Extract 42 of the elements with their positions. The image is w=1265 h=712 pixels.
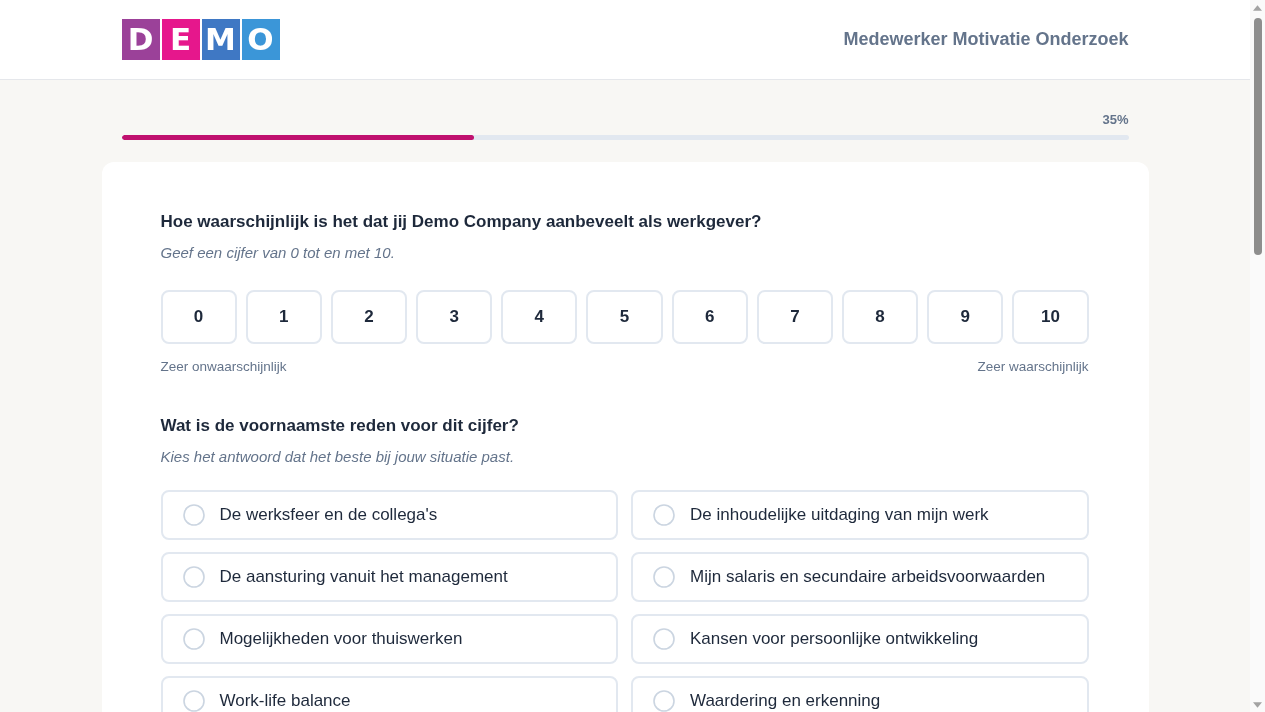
- radio-icon[interactable]: [653, 504, 675, 526]
- rating-button[interactable]: 2: [330, 290, 408, 344]
- rating-button[interactable]: 8: [842, 290, 919, 344]
- radio-icon[interactable]: [653, 628, 675, 650]
- question-hint: Kies het antwoord dat het beste bij jouw situatie past.: [160, 447, 516, 467]
- radio-icon[interactable]: [182, 690, 205, 712]
- answer-option[interactable]: Waardering en erkenning: [631, 676, 1089, 712]
- answer-option[interactable]: Mijn salaris en secundaire arbeidsvoorwaarden: [631, 552, 1089, 602]
- scrollbar-thumb[interactable]: [1253, 18, 1262, 255]
- logo-tile: D: [121, 19, 160, 60]
- question-hint: Geef een cijfer van 0 tot en met 10.: [160, 243, 396, 263]
- answer-option[interactable]: De aansturing vanuit het management: [160, 552, 618, 602]
- answer-option[interactable]: Mogelijkheden voor thuiswerken: [160, 614, 618, 664]
- scroll-down-icon[interactable]: [1253, 702, 1262, 708]
- logo-tile: O: [241, 19, 280, 60]
- radio-icon[interactable]: [182, 504, 205, 526]
- rating-button[interactable]: 7: [756, 290, 833, 344]
- answer-option[interactable]: De werksfeer en de collega's: [160, 490, 618, 540]
- logo-tile: E: [161, 19, 200, 60]
- answer-option[interactable]: De inhoudelijke uitdaging van mijn werk: [631, 490, 1089, 540]
- radio-icon[interactable]: [653, 690, 675, 712]
- question-text: Wat is de voornaamste reden voor dit cijfer?: [160, 416, 520, 436]
- radio-icon[interactable]: [182, 628, 205, 650]
- radio-icon[interactable]: [182, 566, 205, 588]
- scale-min-label: Zeer onwaarschijnlijk: [160, 359, 287, 375]
- rating-button[interactable]: 1: [245, 290, 322, 344]
- survey-title: Medewerker Motivatie Onderzoek: [843, 29, 1129, 50]
- radio-icon[interactable]: [653, 566, 675, 588]
- rating-button[interactable]: 4: [501, 290, 578, 344]
- progress-percentage: 35%: [1102, 112, 1129, 128]
- rating-button[interactable]: 0: [160, 290, 237, 344]
- answer-option[interactable]: Work-life balance: [160, 676, 618, 712]
- rating-button[interactable]: 10: [1012, 290, 1089, 344]
- answer-option[interactable]: Kansen voor persoonlijke ontwikkeling: [631, 614, 1089, 664]
- rating-button[interactable]: 6: [671, 290, 748, 344]
- scale-max-label: Zeer waarschijnlijk: [977, 359, 1089, 375]
- scroll-up-icon[interactable]: [1253, 5, 1262, 11]
- rating-button[interactable]: 9: [927, 290, 1004, 344]
- rating-button[interactable]: 3: [416, 290, 493, 344]
- question-text: Hoe waarschijnlijk is het dat jij Demo Company aanbeveelt als werkgever?: [160, 212, 763, 232]
- rating-button[interactable]: 5: [586, 290, 663, 344]
- logo-tile: M: [201, 19, 240, 60]
